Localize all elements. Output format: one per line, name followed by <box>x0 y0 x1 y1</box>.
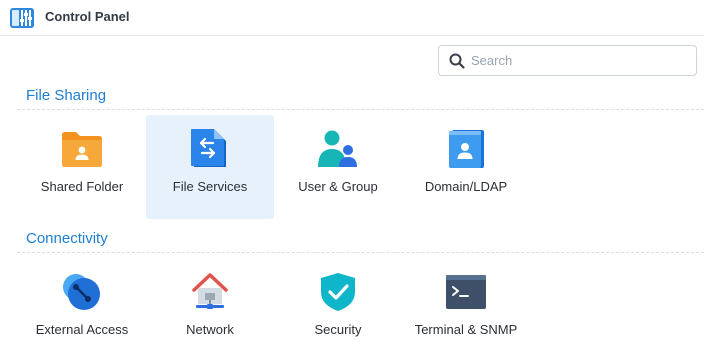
section-divider <box>17 109 704 110</box>
tile-label: External Access <box>35 322 129 337</box>
tile-file-services[interactable]: File Services <box>146 115 274 219</box>
section-title-file-sharing: File Sharing <box>26 87 107 104</box>
control-panel-icon <box>10 8 34 28</box>
section-title-connectivity: Connectivity <box>26 230 108 247</box>
tile-label: Shared Folder <box>40 179 124 194</box>
external-access-icon <box>63 274 100 310</box>
search-box[interactable] <box>438 45 697 76</box>
tile-label: Domain/LDAP <box>424 179 508 194</box>
user-group-icon <box>318 130 357 167</box>
title-bar: Control Panel <box>0 0 704 36</box>
file-services-icon <box>191 129 226 167</box>
control-panel-window: Control Panel File Sharing Shared Folder <box>0 0 704 359</box>
tile-security[interactable]: Security <box>274 258 402 359</box>
search-icon <box>449 53 465 69</box>
tile-terminal-snmp[interactable]: Terminal & SNMP <box>402 258 530 359</box>
tile-label: File Services <box>172 179 248 194</box>
search-input[interactable] <box>471 50 686 71</box>
tile-label: Security <box>314 322 362 337</box>
tile-shared-folder[interactable]: Shared Folder <box>18 115 146 219</box>
tile-user-group[interactable]: User & Group <box>274 115 402 219</box>
window-title: Control Panel <box>45 9 130 24</box>
shared-folder-icon <box>62 132 102 167</box>
domain-ldap-icon <box>449 130 484 168</box>
tile-external-access[interactable]: External Access <box>18 258 146 359</box>
security-shield-icon <box>321 273 355 311</box>
tile-label: User & Group <box>298 179 378 194</box>
section-divider <box>17 252 704 253</box>
tile-label: Network <box>186 322 234 337</box>
tile-domain-ldap[interactable]: Domain/LDAP <box>402 115 530 219</box>
tile-label: Terminal & SNMP <box>414 322 518 337</box>
terminal-icon <box>446 275 486 309</box>
network-icon <box>192 273 228 309</box>
tile-network[interactable]: Network <box>146 258 274 359</box>
